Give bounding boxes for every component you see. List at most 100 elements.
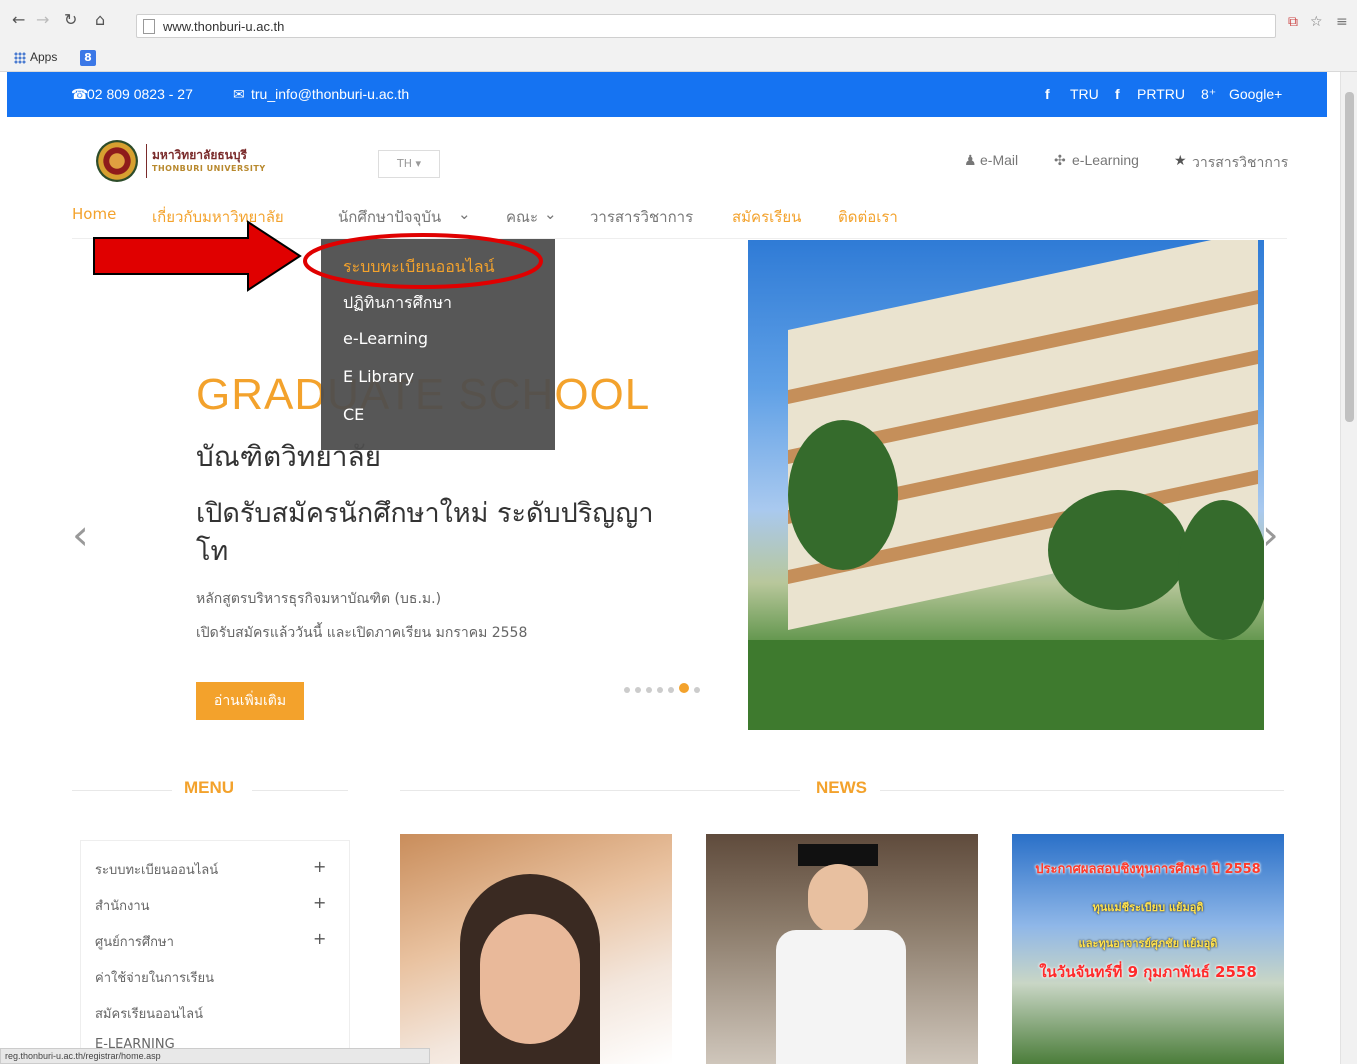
star-icon: ★ [1174, 152, 1187, 168]
chevron-down-icon: ⌄ [458, 205, 471, 223]
bookmarks-bar: Apps 8 [0, 44, 1357, 72]
back-arrow-icon[interactable]: ← [12, 10, 25, 29]
carousel-next-icon[interactable]: › [1262, 510, 1279, 559]
forward-arrow-icon[interactable]: → [36, 10, 49, 29]
language-select[interactable]: TH ▾ [378, 150, 440, 178]
url-text: www.thonburi-u.ac.th [163, 19, 285, 34]
news3-headline: ประกาศผลสอบชิงทุนการศึกษา ปี 2558 [1035, 862, 1261, 877]
browser-status-url: reg.thonburi-u.ac.th/registrar/home.asp [0, 1048, 430, 1064]
news-card-2[interactable] [706, 834, 978, 1064]
dropdown-ce[interactable]: CE [343, 405, 364, 424]
hero-desc-1: หลักสูตรบริหารธุรกิจมหาบัณฑิต (บธ.ม.) [196, 591, 442, 607]
scrollbar-thumb[interactable] [1345, 92, 1354, 422]
nav-home[interactable]: Home [72, 205, 116, 223]
graduate-shirt-shape [776, 930, 906, 1064]
logo-name-th: มหาวิทยาลัยธนบุรี [152, 148, 247, 162]
language-value: TH [396, 157, 412, 170]
building-floor [788, 290, 1258, 404]
menu-item-registration[interactable]: ระบบทะเบียนออนไลน์ [95, 859, 218, 880]
news-title-line-right [880, 790, 1284, 791]
plus-icon[interactable]: + [313, 929, 326, 948]
nav-contact[interactable]: ติดต่อเรา [838, 205, 898, 229]
browser-toolbar: ← → ↻ ⌂ www.thonburi-u.ac.th ⧉ ☆ ≡ [0, 0, 1357, 44]
social-tru[interactable]: TRU [1070, 86, 1099, 102]
person-face-shape [480, 914, 580, 1044]
phone-number[interactable]: 02 809 0823 - 27 [87, 86, 193, 102]
menu-list: ระบบทะเบียนออนไลน์ + สำนักงาน + ศูนย์การ… [80, 840, 350, 1064]
news-title-line-left [400, 790, 800, 791]
dropdown-elibrary[interactable]: E Library [343, 367, 414, 386]
screen: ← → ↻ ⌂ www.thonburi-u.ac.th ⧉ ☆ ≡ Apps … [0, 0, 1357, 1064]
reload-icon[interactable]: ↻ [64, 10, 77, 29]
google-plus-icon: 8⁺ [1201, 86, 1217, 102]
nav-current-students[interactable]: นักศึกษาปัจจุบัน [338, 205, 441, 229]
read-more-button[interactable]: อ่านเพิ่มเติม [196, 682, 304, 720]
menu-title-line-right [252, 790, 348, 791]
chevron-down-icon: ⌄ [544, 205, 557, 223]
user-icon: ♟ [964, 152, 977, 168]
tree-shape [1178, 500, 1264, 640]
carousel-dots [624, 678, 705, 697]
carousel-dot[interactable] [668, 687, 674, 693]
social-googleplus[interactable]: Google+ [1229, 86, 1282, 102]
news-card-3[interactable]: ประกาศผลสอบชิงทุนการศึกษา ปี 2558 ทุนแม่… [1012, 834, 1284, 1064]
apps-label[interactable]: Apps [30, 50, 57, 64]
nav-apply[interactable]: สมัครเรียน [732, 205, 801, 229]
apps-grid-icon[interactable] [14, 52, 26, 64]
news-card-1[interactable] [400, 834, 672, 1064]
tree-shape [788, 420, 898, 570]
menu-item-centers[interactable]: ศูนย์การศึกษา [95, 931, 174, 952]
elearning-icon: ✣ [1054, 152, 1066, 168]
dropdown-online-registration[interactable]: ระบบทะเบียนออนไลน์ [343, 255, 495, 280]
hero-building-photo [748, 240, 1264, 730]
menu-item-apply-online[interactable]: สมัครเรียนออนไลน์ [95, 1003, 203, 1024]
nav-about[interactable]: เกี่ยวกับมหาวิทยาลัย [152, 205, 284, 229]
facebook-icon-2: f [1115, 86, 1120, 102]
utility-email[interactable]: e-Mail [980, 152, 1018, 168]
contact-bar: ☎ 02 809 0823 - 27 ✉ tru_info@thonburi-u… [7, 72, 1327, 117]
utility-journal[interactable]: วารสารวิชาการ [1192, 152, 1288, 174]
utility-elearning[interactable]: e-Learning [1072, 152, 1139, 168]
contact-email[interactable]: tru_info@thonburi-u.ac.th [251, 86, 409, 102]
popup-blocked-icon[interactable]: ⧉ [1288, 14, 1298, 30]
dropdown-elearning[interactable]: e-Learning [343, 329, 428, 348]
page-icon [143, 19, 155, 34]
page-scrollbar[interactable] [1340, 72, 1357, 1064]
university-logo[interactable]: มหาวิทยาลัยธนบุรี THONBURI UNIVERSITY [96, 138, 276, 186]
lawn-shape [748, 640, 1264, 730]
menu-title: MENU [184, 778, 235, 797]
tree-shape [1048, 490, 1188, 610]
carousel-dot[interactable] [679, 683, 689, 693]
phone-icon: ☎ [71, 86, 89, 102]
address-bar[interactable]: www.thonburi-u.ac.th [136, 14, 1276, 38]
plus-icon[interactable]: + [313, 893, 326, 912]
nav-faculty[interactable]: คณะ [506, 205, 538, 229]
news3-line3: และทุนอาจารย์ศุภชัย แย้มอุดิ [1078, 937, 1218, 950]
graduate-face-shape [808, 864, 868, 934]
current-students-dropdown: ระบบทะเบียนออนไลน์ ปฏิทินการศึกษา e-Lear… [321, 239, 555, 450]
bookmark-star-icon[interactable]: ☆ [1310, 14, 1323, 30]
main-nav: Home เกี่ยวกับมหาวิทยาลัย นักศึกษาปัจจุบ… [72, 205, 1287, 235]
dropdown-academic-calendar[interactable]: ปฏิทินการศึกษา [343, 291, 452, 316]
nav-journal[interactable]: วารสารวิชาการ [590, 205, 693, 229]
carousel-dot[interactable] [646, 687, 652, 693]
news3-date: ในวันจันทร์ที่ 9 กุมภาพันธ์ 2558 [1039, 963, 1257, 981]
menu-icon[interactable]: ≡ [1336, 14, 1348, 30]
home-icon[interactable]: ⌂ [95, 10, 105, 29]
carousel-prev-icon[interactable]: ‹ [72, 510, 89, 559]
menu-item-tuition[interactable]: ค่าใช้จ่ายในการเรียน [95, 967, 214, 988]
carousel-dot[interactable] [635, 687, 641, 693]
carousel-dot[interactable] [624, 687, 630, 693]
social-prtru[interactable]: PRTRU [1137, 86, 1185, 102]
carousel-dot[interactable] [657, 687, 663, 693]
hero-title: เปิดรับสมัครนักศึกษาใหม่ ระดับปริญญาโท [196, 498, 654, 567]
nav-divider [72, 238, 1287, 239]
email-icon: ✉ [233, 86, 245, 102]
hero-desc-2: เปิดรับสมัครแล้ววันนี้ และเปิดภาคเรียน ม… [196, 625, 528, 641]
bookmark-favicon[interactable]: 8 [80, 50, 96, 66]
facebook-icon: f [1045, 86, 1050, 102]
carousel-dot[interactable] [694, 687, 700, 693]
menu-item-offices[interactable]: สำนักงาน [95, 895, 150, 916]
plus-icon[interactable]: + [313, 857, 326, 876]
menu-title-line-left [72, 790, 172, 791]
